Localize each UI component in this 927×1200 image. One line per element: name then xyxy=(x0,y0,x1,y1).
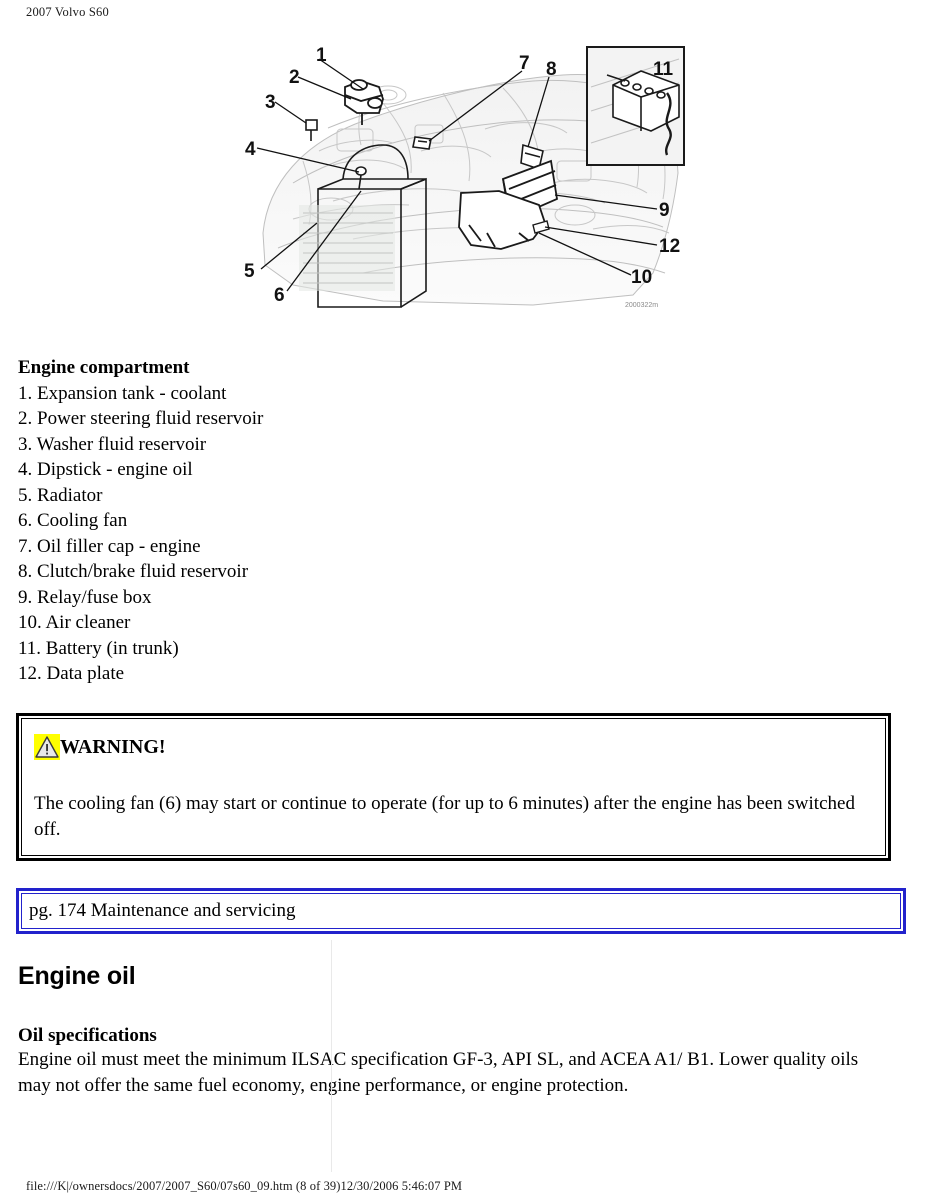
figure-callout-1: 1 xyxy=(316,45,327,66)
figure-callout-6: 6 xyxy=(274,285,285,306)
page-vertical-rule xyxy=(331,940,332,1172)
figure-callout-2: 2 xyxy=(289,67,300,88)
page-reference-link[interactable]: pg. 174 Maintenance and servicing xyxy=(29,900,295,922)
figure-callout-9: 9 xyxy=(659,200,670,221)
engine-compartment-part-list: 1. Expansion tank - coolant 2. Power ste… xyxy=(18,381,909,687)
engine-compartment-list-block: Engine compartment 1. Expansion tank - c… xyxy=(18,355,909,687)
figure-callout-12: 12 xyxy=(659,236,680,257)
list-item: 6. Cooling fan xyxy=(18,510,128,531)
list-item: 8. Clutch/brake fluid reservoir xyxy=(18,561,249,582)
warning-box: WARNING! The cooling fan (6) may start o… xyxy=(16,713,891,861)
list-item: 7. Oil filler cap - engine xyxy=(18,535,201,557)
engine-compartment-heading: Engine compartment xyxy=(18,357,190,378)
list-item: 11. Battery (in trunk) xyxy=(18,637,179,659)
warning-text: The cooling fan (6) may start or continu… xyxy=(34,793,855,840)
list-item: 2. Power steering fluid reservoir xyxy=(18,408,264,429)
list-item: 9. Relay/fuse box xyxy=(18,586,152,608)
figure-watermark: 2000322m xyxy=(625,302,658,309)
list-item: 5. Radiator xyxy=(18,484,103,506)
list-item: 10. Air cleaner xyxy=(18,612,131,633)
figure-callout-10: 10 xyxy=(631,267,652,288)
figure-callout-8: 8 xyxy=(546,59,557,80)
warning-box-inner: WARNING! The cooling fan (6) may start o… xyxy=(21,718,886,856)
figure-callout-3: 3 xyxy=(265,92,276,113)
list-item: 1. Expansion tank - coolant xyxy=(18,382,227,404)
figure-callout-4: 4 xyxy=(245,139,256,160)
list-item: 4. Dipstick - engine oil xyxy=(18,459,193,480)
figure-callout-7: 7 xyxy=(519,53,530,74)
figure-callout-11: 11 xyxy=(653,59,674,80)
page-footer-path: file:///K|/ownersdocs/2007/2007_S60/07s6… xyxy=(26,1179,463,1193)
warning-triangle-icon xyxy=(34,734,60,760)
list-item: 3. Washer fluid reservoir xyxy=(18,433,207,455)
list-item: 12. Data plate xyxy=(18,663,125,684)
oil-specifications-paragraph: Engine oil must meet the minimum ILSAC s… xyxy=(18,1049,859,1096)
warning-title-row: WARNING! xyxy=(34,731,871,763)
page-reference-box[interactable]: pg. 174 Maintenance and servicing xyxy=(16,888,906,934)
figure-callout-5: 5 xyxy=(244,261,255,282)
oil-specifications-subtitle: Oil specifications xyxy=(18,1025,157,1046)
warning-title: WARNING! xyxy=(60,736,166,758)
page-reference-inner: pg. 174 Maintenance and servicing xyxy=(21,893,901,929)
engine-compartment-figure: 11 1 2 3 4 5 6 7 8 9 10 12 2000322m xyxy=(233,33,685,318)
engine-oil-section-title: Engine oil xyxy=(18,962,136,990)
page-header: 2007 Volvo S60 xyxy=(26,5,109,19)
